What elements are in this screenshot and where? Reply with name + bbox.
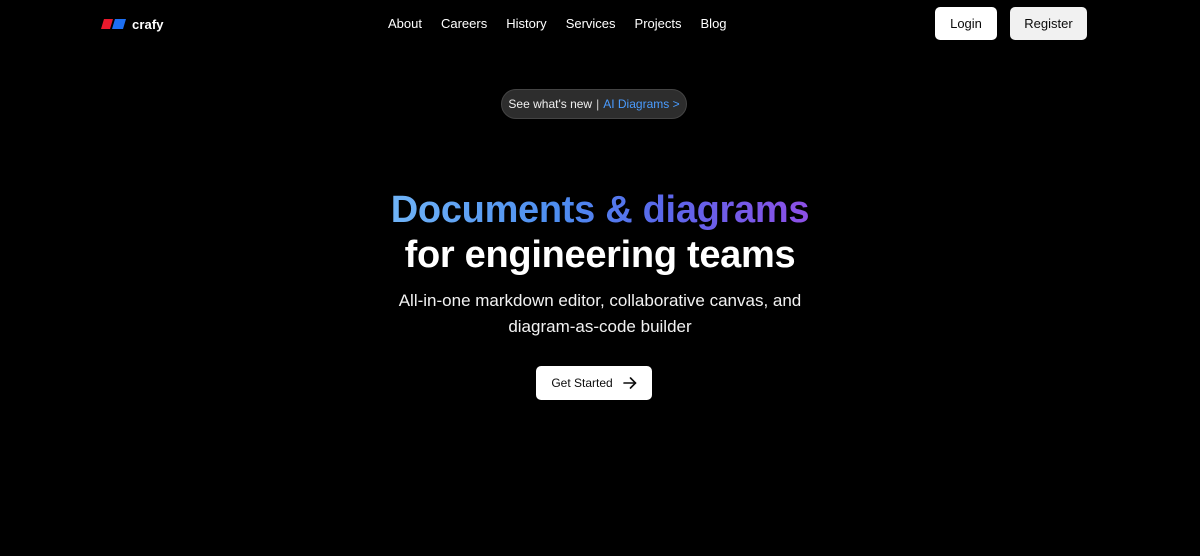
landing-page: crafy About Careers History Services Pro… (0, 0, 1200, 556)
nav-services[interactable]: Services (566, 14, 616, 34)
arrow-right-icon (622, 377, 637, 389)
announcement-separator: | (596, 97, 600, 111)
get-started-label: Get Started (551, 376, 613, 390)
announcement-pill[interactable]: See what's new | AI Diagrams > (501, 89, 687, 119)
brand-name: crafy (132, 16, 164, 32)
crafy-logo-icon (101, 19, 126, 29)
hero-subtitle-line2: diagram-as-code builder (508, 317, 692, 336)
nav-careers[interactable]: Careers (441, 14, 487, 34)
get-started-button[interactable]: Get Started (536, 366, 652, 400)
hero-subtitle-line1: All-in-one markdown editor, collaborativ… (398, 291, 802, 310)
nav-blog[interactable]: Blog (701, 14, 727, 34)
hero-title: Documents & diagrams for engineering tea… (0, 188, 1200, 278)
main-nav: About Careers History Services Projects … (388, 14, 727, 34)
nav-projects[interactable]: Projects (635, 14, 682, 34)
nav-history[interactable]: History (506, 14, 546, 34)
announcement-text: See what's new (508, 97, 593, 111)
hero-title-highlight: Documents & diagrams (390, 189, 810, 231)
register-button[interactable]: Register (1010, 7, 1087, 40)
nav-about[interactable]: About (388, 14, 422, 34)
brand-logo[interactable]: crafy (101, 14, 164, 34)
announcement-link[interactable]: AI Diagrams > (603, 97, 679, 111)
hero-title-rest: for engineering teams (404, 234, 796, 276)
login-button[interactable]: Login (935, 7, 997, 40)
hero-subtitle: All-in-one markdown editor, collaborativ… (0, 288, 1200, 340)
